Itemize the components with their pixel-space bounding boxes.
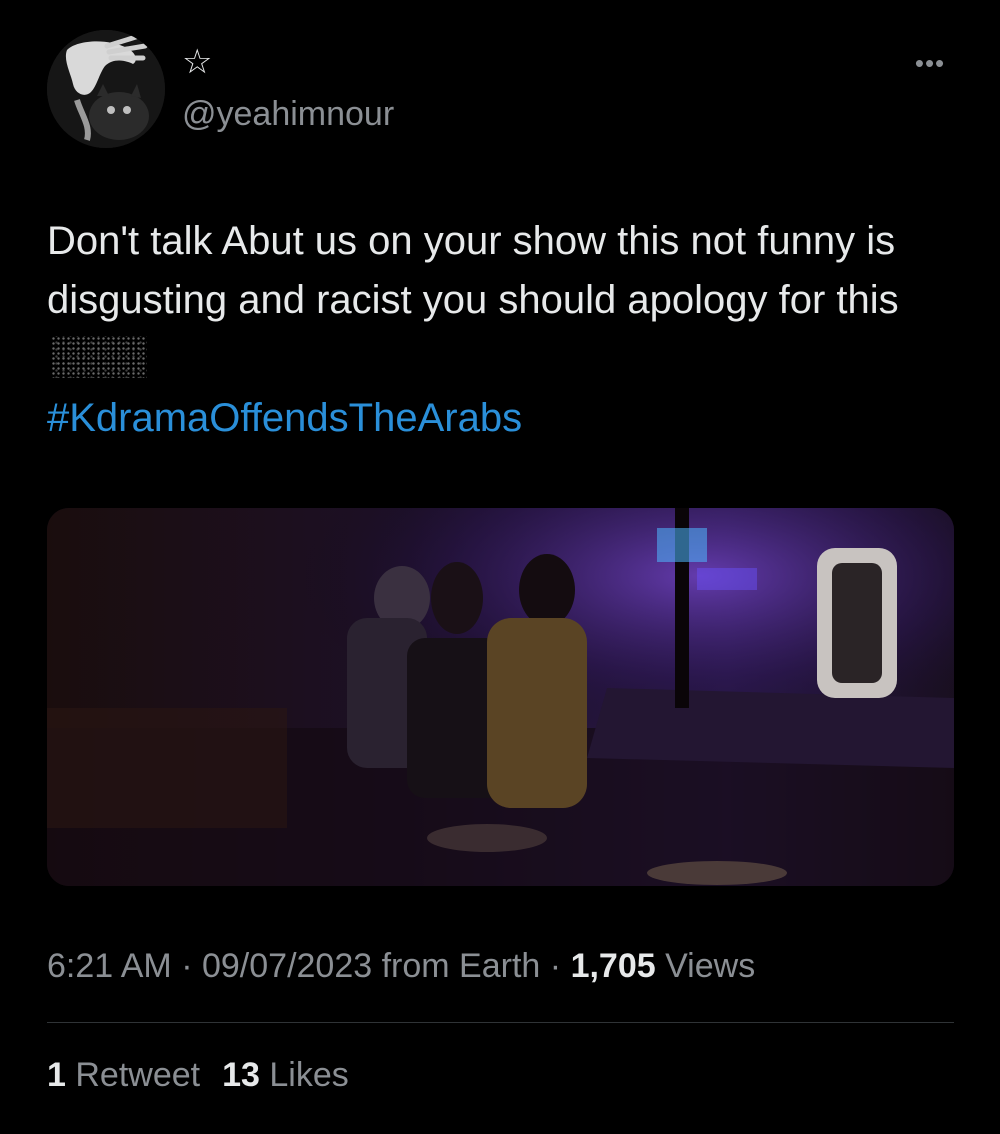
- tweet-text: Don't talk Abut us on your show this not…: [47, 212, 947, 448]
- hashtag-link[interactable]: #KdramaOffendsTheArabs: [47, 396, 522, 440]
- likes-count: 13: [222, 1056, 260, 1094]
- views-count: 1,705: [570, 947, 656, 985]
- retweets-label: Retweet: [75, 1056, 201, 1094]
- engagement-stats: 1 Retweet 13 Likes: [47, 1052, 349, 1098]
- avatar[interactable]: [47, 30, 165, 148]
- tweet-date[interactable]: 09/07/2023: [202, 947, 372, 985]
- bar-scene-image: [47, 508, 954, 886]
- likes-label: Likes: [269, 1056, 349, 1094]
- likes-stat[interactable]: 13 Likes: [222, 1056, 349, 1094]
- display-name-star-icon[interactable]: ☆: [182, 42, 212, 82]
- views-label: Views: [665, 947, 756, 985]
- divider: [47, 1022, 954, 1023]
- retweets-count: 1: [47, 1056, 66, 1094]
- user-handle[interactable]: @yeahimnour: [182, 92, 394, 136]
- meta-separator: ·: [549, 947, 562, 985]
- retweets-stat[interactable]: 1 Retweet: [47, 1056, 200, 1094]
- more-options-icon[interactable]: •••: [910, 48, 950, 78]
- tweet-body: Don't talk Abut us on your show this not…: [47, 219, 899, 322]
- meta-separator: ·: [181, 947, 193, 985]
- avatar-image: [47, 30, 165, 148]
- tweet-metadata: 6:21 AM · 09/07/2023 from Earth · 1,705 …: [47, 943, 755, 989]
- tweet-source: from Earth: [381, 947, 541, 985]
- censored-emoji-icon: [51, 336, 147, 378]
- tweet-time[interactable]: 6:21 AM: [47, 947, 172, 985]
- tweet-media-image[interactable]: [47, 508, 954, 886]
